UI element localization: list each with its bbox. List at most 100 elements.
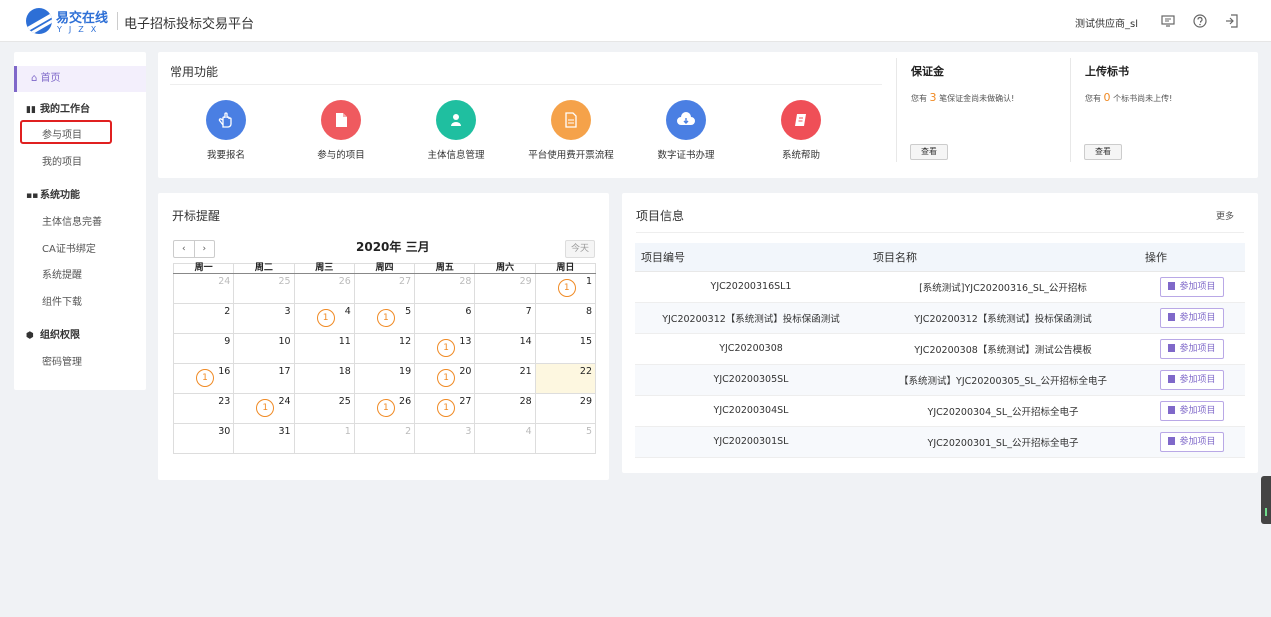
calendar-day[interactable]: 31 — [233, 423, 295, 454]
calendar-day[interactable]: 19 — [353, 363, 416, 394]
calendar-day[interactable]: 30 — [172, 423, 235, 454]
user-name[interactable]: 测试供应商_sl — [1075, 15, 1138, 30]
calendar-day[interactable]: 41 — [293, 303, 355, 334]
calendar-day[interactable]: 26 — [293, 273, 355, 304]
calendar-day[interactable]: 25 — [293, 393, 355, 424]
calendar-day[interactable]: 20 1 — [414, 363, 476, 394]
more-link[interactable]: 更多 — [1216, 209, 1234, 222]
calendar-day[interactable]: 3 — [414, 423, 476, 454]
sidebar-item-password[interactable]: 密码管理 — [42, 353, 82, 368]
calendar-day[interactable]: 27 — [353, 273, 416, 304]
calendar-day[interactable]: 22 — [534, 363, 597, 394]
day-number: 8 — [585, 306, 592, 317]
calendar-day[interactable]: 11 — [293, 333, 355, 364]
calendar-day[interactable]: 18 — [293, 363, 355, 394]
calendar-day[interactable]: 3 — [233, 303, 295, 334]
opening-count-badge[interactable]: 1 — [557, 279, 576, 297]
sidebar-group-system[interactable]: ▪▪ 系统功能 — [26, 186, 80, 201]
calendar-day[interactable]: 23 — [172, 393, 235, 424]
calendar-day[interactable]: 8 — [534, 303, 597, 334]
day-number: 19 — [399, 366, 412, 377]
calendar-day[interactable]: 9 — [172, 333, 235, 364]
opening-count-badge[interactable]: 1 — [376, 399, 395, 417]
calendar-day[interactable]: 16 1 — [172, 363, 235, 394]
calendar-day[interactable]: 29 — [534, 393, 597, 424]
calendar-day[interactable]: 25 — [233, 273, 295, 304]
func-joined-projects[interactable]: 参与的项目 — [286, 100, 396, 161]
day-number: 3 — [465, 426, 472, 437]
opening-count-badge[interactable]: 1 — [196, 369, 214, 387]
logout-icon[interactable] — [1224, 13, 1240, 29]
column-header-name: 项目名称 — [867, 243, 1139, 272]
join-project-button[interactable]: 参加项目 — [1160, 276, 1224, 297]
sidebar-item-reminders[interactable]: 系统提醒 — [42, 266, 82, 281]
next-month-button[interactable]: › — [195, 241, 215, 257]
calendar-day[interactable]: 28 — [414, 273, 476, 304]
monitor-icon[interactable] — [1160, 13, 1176, 29]
sidebar-item-ca-binding[interactable]: CA证书绑定 — [42, 240, 96, 255]
join-project-button[interactable]: 参加项目 — [1160, 400, 1224, 421]
calendar-day[interactable]: 2 — [353, 423, 416, 454]
sidebar-item-downloads[interactable]: 组件下载 — [42, 293, 82, 308]
calendar-day[interactable]: 1 — [293, 423, 355, 454]
opening-count-badge[interactable]: 1 — [316, 309, 335, 327]
calendar-day[interactable]: 27 1 — [414, 393, 476, 424]
today-button[interactable]: 今天 — [565, 240, 595, 258]
sidebar-group-permissions[interactable]: ⬢ 组织权限 — [26, 326, 80, 341]
calendar-day[interactable]: 24 1 — [233, 393, 295, 424]
sidebar-item-entity-info[interactable]: 主体信息完善 — [42, 213, 102, 228]
calendar-day[interactable]: 14 — [474, 333, 536, 364]
calendar-day[interactable]: 5 — [534, 423, 597, 454]
join-project-button[interactable]: 参加项目 — [1160, 338, 1224, 359]
column-header-code: 项目编号 — [635, 243, 867, 272]
side-scroll-handle[interactable] — [1261, 476, 1271, 524]
join-project-button[interactable]: 参加项目 — [1160, 431, 1224, 452]
sidebar-group-workbench[interactable]: ▮▮ 我的工作台 — [26, 100, 90, 115]
calendar-day[interactable]: 2 — [172, 303, 235, 334]
project-info-title: 项目信息 — [636, 209, 685, 223]
project-code: YJC20200308 — [635, 333, 867, 365]
day-number: 27 — [459, 396, 472, 407]
day-number: 24 — [278, 396, 291, 407]
opening-count-badge[interactable]: 1 — [256, 399, 275, 417]
calendar-day[interactable]: 15 — [534, 333, 597, 364]
join-project-label: 参加项目 — [1179, 436, 1216, 447]
calendar-day[interactable]: 29 — [474, 273, 536, 304]
func-digital-certificate[interactable]: 数字证书办理 — [631, 100, 741, 161]
calendar-day[interactable]: 4 — [474, 423, 536, 454]
grid-icon: ▪▪ — [26, 191, 39, 201]
calendar-day[interactable]: 12 — [353, 333, 416, 364]
day-number: 1 — [344, 426, 351, 437]
calendar-day[interactable]: 24 — [172, 273, 235, 304]
calendar-day[interactable]: 28 — [474, 393, 536, 424]
calendar-day[interactable]: 10 — [233, 333, 295, 364]
func-register[interactable]: 我要报名 — [171, 100, 281, 161]
calendar-day[interactable]: 51 — [353, 303, 416, 334]
day-number: 17 — [278, 366, 291, 377]
calendar-day[interactable]: 13 1 — [414, 333, 476, 364]
calendar-day[interactable]: 7 — [474, 303, 536, 334]
func-system-help[interactable]: 系统帮助 — [746, 100, 856, 161]
join-project-button[interactable]: 参加项目 — [1160, 307, 1224, 328]
opening-count-badge[interactable]: 1 — [437, 339, 456, 357]
sidebar-item-my-projects[interactable]: 我的项目 — [42, 153, 82, 168]
deposit-view-button[interactable]: 查看 — [910, 144, 948, 160]
func-entity-management[interactable]: 主体信息管理 — [401, 100, 511, 161]
join-project-button[interactable]: 参加项目 — [1160, 369, 1224, 390]
opening-count-badge[interactable]: 1 — [437, 369, 456, 387]
opening-count-badge[interactable]: 1 — [437, 399, 456, 417]
day-number: 2 — [224, 306, 231, 317]
func-invoice-process[interactable]: 平台使用费开票流程 — [516, 100, 626, 161]
calendar-day[interactable]: 11 — [534, 273, 597, 304]
prev-month-button[interactable]: ‹ — [174, 241, 195, 257]
help-icon[interactable] — [1192, 13, 1208, 29]
calendar-day[interactable]: 17 — [233, 363, 295, 394]
platform-title: 电子招标投标交易平台 — [124, 17, 255, 32]
calendar-day[interactable]: 6 — [414, 303, 476, 334]
project-code: YJC20200301SL — [635, 426, 867, 458]
calendar-day[interactable]: 26 1 — [353, 393, 416, 424]
calendar-day[interactable]: 21 — [474, 363, 536, 394]
upload-view-button[interactable]: 查看 — [1084, 144, 1122, 160]
sidebar-item-home[interactable]: ⌂ 首页 — [14, 66, 146, 92]
opening-count-badge[interactable]: 1 — [376, 309, 395, 327]
